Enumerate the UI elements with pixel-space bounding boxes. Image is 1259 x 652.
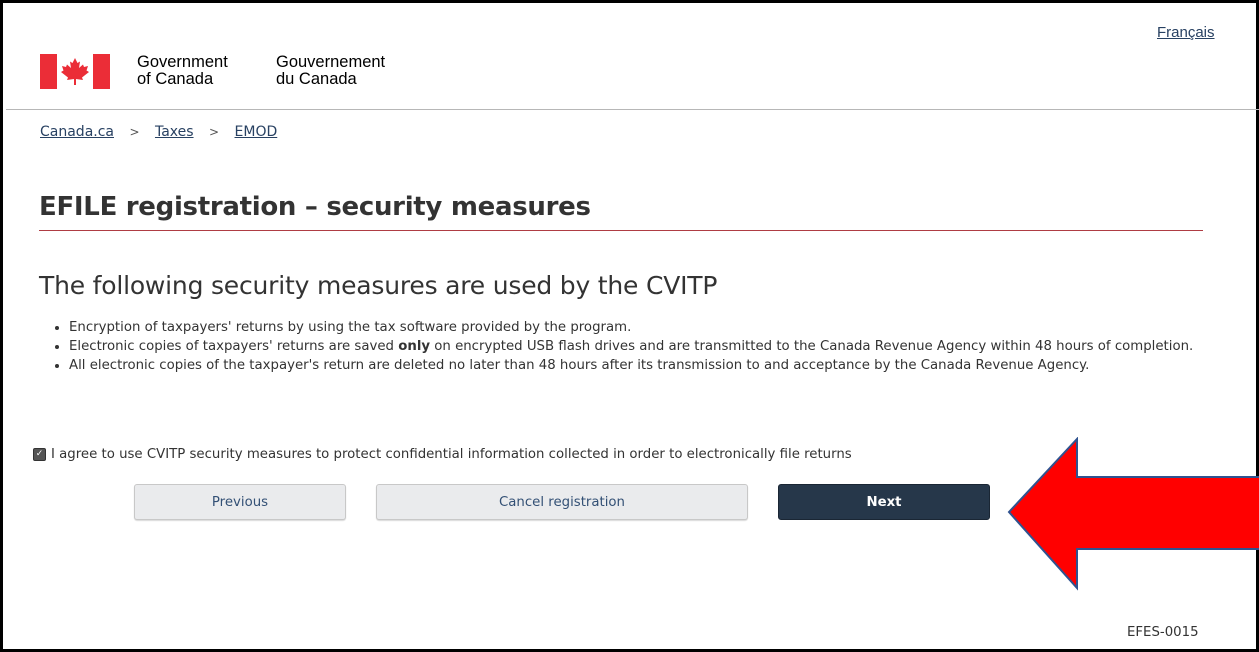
header-divider — [6, 109, 1259, 110]
language-toggle-link[interactable]: Français — [1157, 24, 1215, 41]
previous-button[interactable]: Previous — [134, 484, 346, 520]
page-title: EFILE registration – security measures — [39, 192, 591, 222]
browser-frame: Français Government of Canada Gouverneme… — [0, 0, 1259, 652]
red-arrow-annotation — [1007, 437, 1259, 591]
breadcrumb: Canada.ca > Taxes > EMOD — [40, 124, 277, 140]
page-identifier: EFES-0015 — [1127, 625, 1199, 640]
wordmark-en-line1: Government — [137, 53, 228, 71]
breadcrumb-separator: > — [129, 125, 140, 139]
breadcrumb-link-emod[interactable]: EMOD — [235, 124, 278, 140]
agreement-checkbox-row[interactable]: ✓ I agree to use CVITP security measures… — [33, 447, 852, 462]
list-item: All electronic copies of the taxpayer's … — [69, 356, 1234, 375]
title-underline — [39, 230, 1203, 231]
agreement-label: I agree to use CVITP security measures t… — [51, 447, 852, 462]
wordmark-english: Government of Canada — [137, 54, 228, 88]
wordmark-french: Gouvernement du Canada — [276, 54, 385, 88]
list-item: Encryption of taxpayers' returns by usin… — [69, 318, 1234, 337]
wordmark-fr-line2: du Canada — [276, 70, 357, 88]
section-title: The following security measures are used… — [39, 271, 718, 300]
measure-text: All electronic copies of the taxpayer's … — [69, 358, 1090, 373]
measure-text: on encrypted USB flash drives and are tr… — [430, 339, 1194, 354]
security-measures-list: Encryption of taxpayers' returns by usin… — [47, 318, 1234, 375]
cancel-registration-button[interactable]: Cancel registration — [376, 484, 748, 520]
breadcrumb-link-taxes[interactable]: Taxes — [155, 124, 194, 140]
checkbox-checked-icon[interactable]: ✓ — [33, 448, 46, 461]
breadcrumb-separator: > — [209, 125, 220, 139]
wordmark-fr-line1: Gouvernement — [276, 53, 386, 71]
wordmark-en-line2: of Canada — [137, 70, 214, 88]
measure-text: Electronic copies of taxpayers' returns … — [69, 339, 399, 354]
measure-text: Encryption of taxpayers' returns by usin… — [69, 320, 632, 335]
list-item: Electronic copies of taxpayers' returns … — [69, 337, 1234, 356]
measure-emphasis: only — [398, 339, 431, 354]
canada-flag-icon — [40, 54, 110, 89]
breadcrumb-link-canada[interactable]: Canada.ca — [40, 124, 114, 140]
next-button[interactable]: Next — [778, 484, 990, 520]
